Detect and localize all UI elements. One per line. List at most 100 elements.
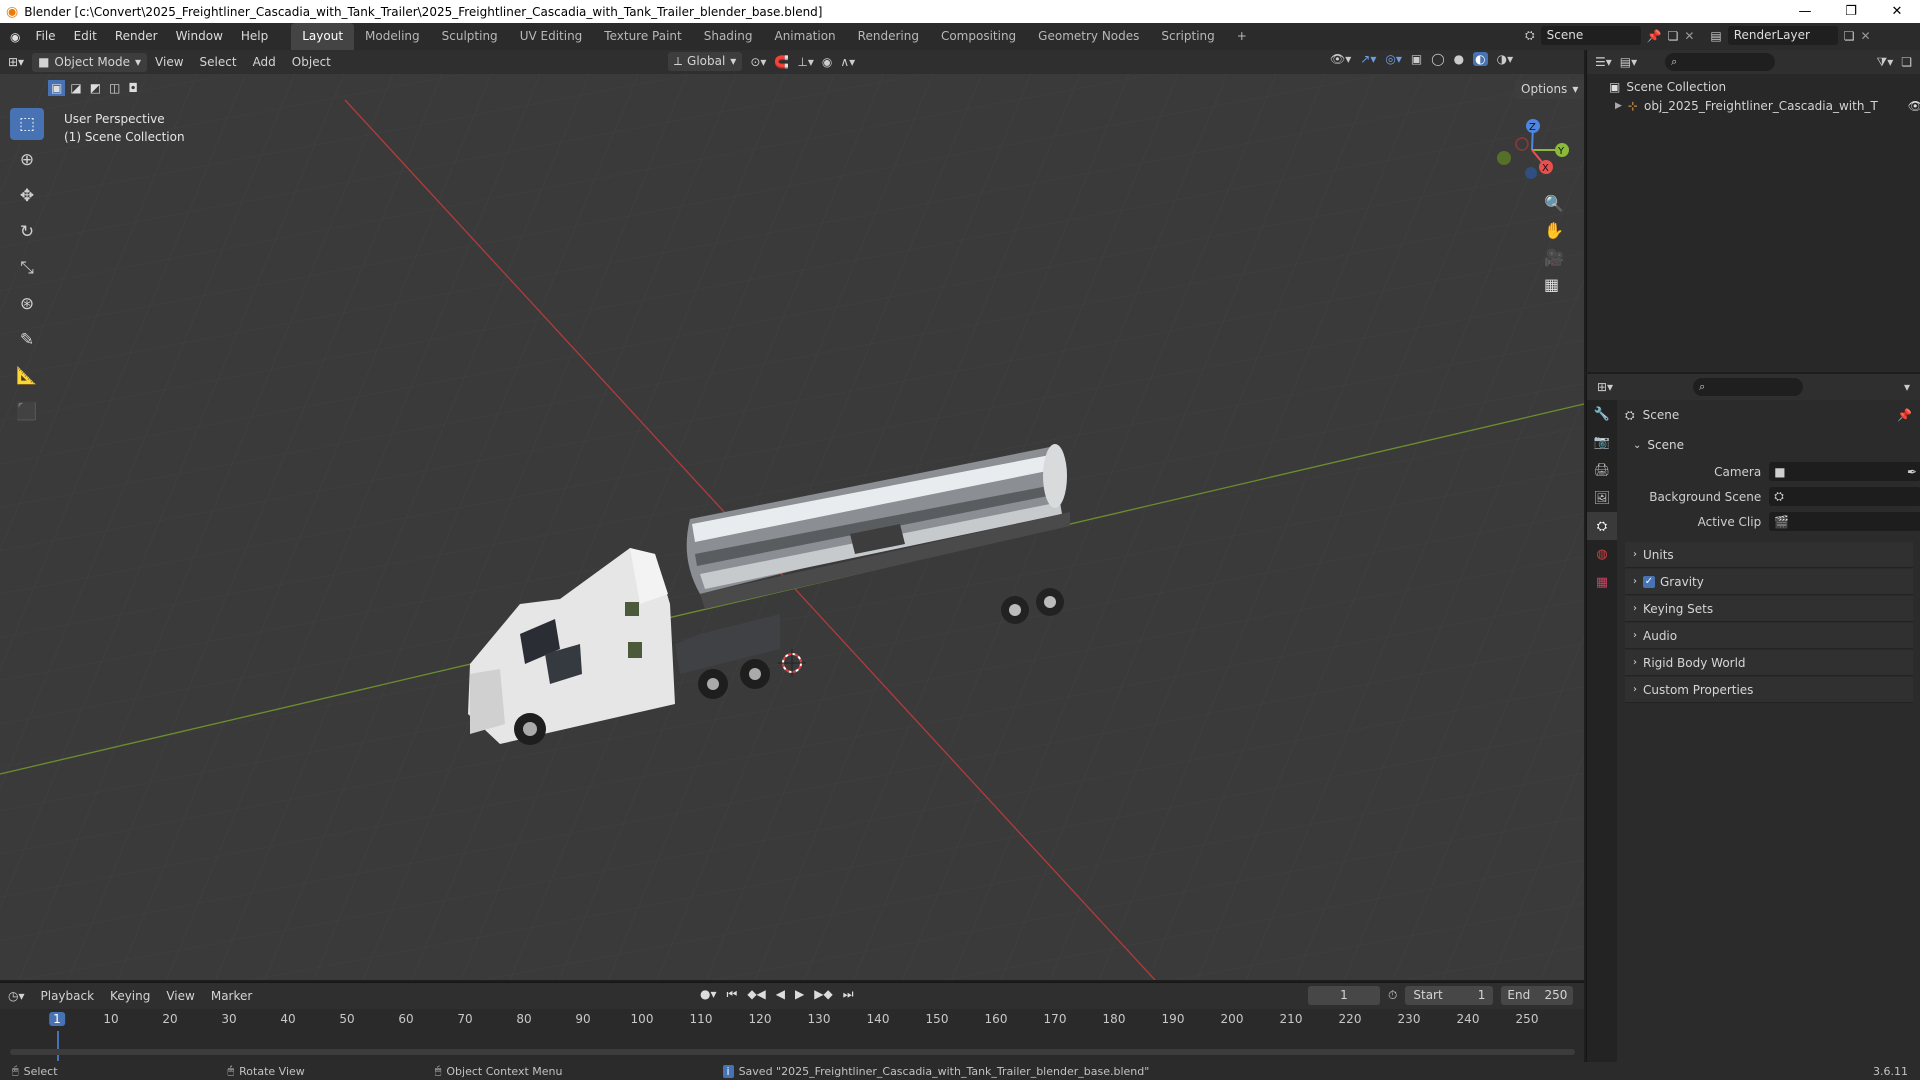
keying-sets-panel[interactable]: › Keying Sets [1625, 596, 1913, 622]
units-panel[interactable]: › Units [1625, 542, 1913, 568]
menu-file[interactable]: File [26, 23, 64, 50]
background-scene-field[interactable]: ⛭ [1769, 487, 1920, 506]
rigid-body-world-panel[interactable]: › Rigid Body World [1625, 650, 1913, 676]
new-scene-icon[interactable]: ❏ [1668, 29, 1679, 43]
xray-toggle-icon[interactable]: ▣ [1411, 52, 1422, 66]
snap-icon[interactable]: 🧲 [774, 55, 789, 69]
eye-icon[interactable]: 👁 [1908, 99, 1920, 113]
outliner-search-input[interactable]: ⌕ [1665, 53, 1776, 71]
rotate-icon[interactable]: ↻ [10, 216, 44, 248]
scene-selector-icon[interactable]: ⛭ [1525, 28, 1535, 43]
outliner-item[interactable]: ▶ ⊹ obj_2025_Freightliner_Cascadia_with_… [1587, 94, 1920, 114]
tab-shading[interactable]: Shading [693, 23, 764, 50]
tab-compositing[interactable]: Compositing [930, 23, 1027, 50]
scene-section-header[interactable]: ⌄ Scene [1625, 432, 1913, 458]
audio-panel[interactable]: › Audio [1625, 623, 1913, 649]
transform-icon[interactable]: ⊛ [10, 288, 44, 320]
menu-object[interactable]: Object [284, 50, 339, 74]
zoom-icon[interactable]: 🔍 [1544, 194, 1564, 213]
select-new-icon[interactable]: ▣ [48, 80, 66, 96]
menu-marker[interactable]: Marker [203, 984, 260, 1008]
menu-add[interactable]: Add [245, 50, 284, 74]
wireframe-shading-icon[interactable]: ◯ [1431, 52, 1444, 66]
tab-layout[interactable]: Layout [291, 23, 355, 50]
gravity-checkbox[interactable]: ✓ [1643, 575, 1655, 588]
play-reverse-icon[interactable]: ◀ [776, 987, 785, 1002]
props-options-icon[interactable]: ▾ [1904, 380, 1910, 394]
playhead-line[interactable] [57, 1031, 59, 1061]
props-search-input[interactable]: ⌕ [1693, 378, 1804, 396]
auto-keying-icon[interactable]: ●▾ [700, 987, 717, 1002]
display-mode-icon[interactable]: ▤▾ [1620, 55, 1637, 69]
scene-name-field[interactable]: Scene [1540, 26, 1641, 45]
pin-icon[interactable]: 📌 [1647, 29, 1662, 43]
rendered-shading-icon[interactable]: ◑▾ [1497, 52, 1514, 66]
pan-hand-icon[interactable]: ✋ [1544, 221, 1564, 240]
tab-scripting[interactable]: Scripting [1150, 23, 1225, 50]
play-icon[interactable]: ▶ [795, 987, 804, 1002]
minimize-button[interactable]: — [1782, 0, 1828, 23]
preview-range-icon[interactable]: ⏱ [1388, 988, 1397, 1003]
mode-dropdown[interactable]: ■ Object Mode ▾ [32, 52, 148, 72]
new-view-layer-icon[interactable]: ❏ [1844, 29, 1855, 43]
tab-geometry-nodes[interactable]: Geometry Nodes [1027, 23, 1150, 50]
jump-end-icon[interactable]: ⏭ [843, 987, 854, 1002]
3d-viewport[interactable]: Z Y X User Perspective (1) Scene Collect… [0, 74, 1584, 980]
props-editor-type-icon[interactable]: ⊞▾ [1597, 380, 1613, 394]
perspective-toggle-icon[interactable]: ▦ [1544, 275, 1564, 294]
view-layer-icon[interactable]: ▤ [1710, 29, 1721, 43]
menu-help[interactable]: Help [232, 23, 277, 50]
view-layer-field[interactable]: RenderLayer [1727, 26, 1838, 45]
proportional-edit-icon[interactable]: ◉ [822, 55, 832, 69]
editor-type-icon[interactable]: ⊞▾ [0, 50, 32, 74]
solid-shading-icon[interactable]: ● [1454, 52, 1464, 66]
tab-modeling[interactable]: Modeling [354, 23, 431, 50]
restore-button[interactable]: ❐ [1828, 0, 1874, 23]
transform-orientation-dropdown[interactable]: ⟂ Global ▾ [668, 52, 743, 71]
pivot-point-icon[interactable]: ⊙▾ [750, 55, 766, 69]
menu-playback[interactable]: Playback [33, 984, 103, 1008]
gravity-panel[interactable]: › ✓ Gravity [1625, 569, 1913, 595]
camera-view-icon[interactable]: 🎥 [1544, 248, 1564, 267]
falloff-icon[interactable]: ∧▾ [840, 55, 855, 69]
menu-render[interactable]: Render [106, 23, 167, 50]
timeline-editor-type-icon[interactable]: ◷▾ [0, 984, 33, 1008]
menu-window[interactable]: Window [167, 23, 232, 50]
select-extend-icon[interactable]: ◪ [67, 80, 84, 96]
new-collection-icon[interactable]: ❏ [1901, 55, 1912, 69]
select-intersect-icon[interactable]: ◘ [125, 80, 141, 96]
visibility-selectability-icon[interactable]: 👁▾ [1330, 52, 1351, 66]
gizmo-toggle-icon[interactable]: ↗▾ [1360, 52, 1376, 66]
annotate-icon[interactable]: ✎ [10, 324, 44, 356]
tab-sculpting[interactable]: Sculpting [431, 23, 509, 50]
camera-field[interactable]: ■ ✒ [1769, 462, 1920, 481]
prev-keyframe-icon[interactable]: ◆◀ [747, 987, 765, 1002]
current-frame-field[interactable]: 1 [1308, 986, 1380, 1005]
delete-scene-icon[interactable]: ✕ [1684, 29, 1694, 43]
outliner-root-row[interactable]: ▣ Scene Collection [1587, 74, 1920, 94]
snap-target-icon[interactable]: ⊥▾ [797, 55, 813, 69]
end-frame-field[interactable]: End 250 [1501, 986, 1574, 1005]
tool-tab-icon[interactable]: 🔧 [1587, 400, 1617, 428]
measure-icon[interactable]: 📐 [10, 360, 44, 392]
material-shading-icon[interactable]: ◐ [1473, 52, 1488, 66]
scale-icon[interactable]: ⤡ [10, 252, 44, 284]
select-box-icon[interactable]: ⬚ [10, 108, 44, 140]
add-cube-icon[interactable]: ⬛ [10, 396, 44, 428]
timeline-ruler[interactable]: 1 10 20 30 40 50 60 70 80 90 100 110 120… [0, 1009, 1584, 1031]
menu-view[interactable]: View [147, 50, 191, 74]
cursor-icon[interactable]: ⊕ [10, 144, 44, 176]
tab-uv-editing[interactable]: UV Editing [509, 23, 594, 50]
next-keyframe-icon[interactable]: ▶◆ [814, 987, 832, 1002]
expand-arrow-icon[interactable]: ▶ [1615, 101, 1622, 111]
jump-start-icon[interactable]: ⏮ [727, 987, 738, 1002]
menu-edit[interactable]: Edit [65, 23, 106, 50]
start-frame-field[interactable]: Start 1 [1405, 986, 1494, 1005]
select-invert-icon[interactable]: ◫ [106, 80, 123, 96]
tab-animation[interactable]: Animation [763, 23, 846, 50]
blender-menu-icon[interactable]: ◉ [10, 30, 20, 44]
active-clip-field[interactable]: 🎬 [1769, 512, 1920, 531]
add-workspace-icon[interactable]: + [1226, 23, 1258, 50]
pin-icon[interactable]: 📌 [1897, 408, 1912, 422]
tab-texture-paint[interactable]: Texture Paint [593, 23, 692, 50]
